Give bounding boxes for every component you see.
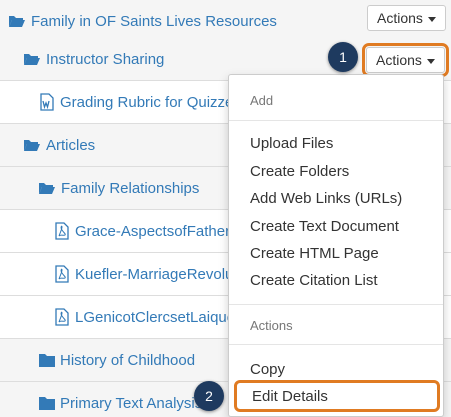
tree-row-label[interactable]: Grading Rubric for Quizzes xyxy=(60,81,228,124)
tree-row-label[interactable]: Grace-AspectsofFatherhood xyxy=(75,210,228,253)
folder-open-icon xyxy=(9,16,25,27)
tree-row-label[interactable]: LGenicotClercsetLaiques xyxy=(75,296,228,339)
step-2-badge: 2 xyxy=(194,381,224,411)
tree-row-label[interactable]: Articles xyxy=(46,124,95,167)
pdf-document-icon xyxy=(55,308,69,326)
menu-item-create-text-document[interactable]: Create Text Document xyxy=(250,218,399,235)
tree-row-label[interactable]: Family Relationships xyxy=(61,167,199,210)
menu-item-edit-details[interactable]: Edit Details xyxy=(234,380,440,412)
tree-row-family-resources[interactable]: Family in OF Saints Lives Resources Acti… xyxy=(0,0,451,43)
menu-item-upload-files[interactable]: Upload Files xyxy=(250,135,333,152)
actions-dropdown-menu: Add Upload Files Create Folders Add Web … xyxy=(228,74,444,417)
word-document-icon xyxy=(40,93,54,111)
tree-row-label[interactable]: History of Childhood xyxy=(60,339,195,382)
caret-down-icon xyxy=(427,16,436,22)
tree-row-label[interactable]: Kuefler-MarriageRevolution xyxy=(75,253,228,296)
actions-button-label: Actions xyxy=(376,52,422,68)
dropdown-divider xyxy=(229,304,443,305)
caret-down-icon xyxy=(426,58,435,64)
tree-row-label[interactable]: Family in OF Saints Lives Resources xyxy=(31,0,277,43)
tree-row-label[interactable]: Instructor Sharing xyxy=(46,38,164,81)
folder-closed-icon xyxy=(39,354,55,367)
pdf-document-icon xyxy=(55,222,69,240)
menu-item-copy[interactable]: Copy xyxy=(250,361,285,378)
dropdown-divider xyxy=(229,344,443,345)
actions-button[interactable]: Actions xyxy=(367,5,446,31)
folder-open-icon xyxy=(24,140,40,151)
menu-item-add-web-links[interactable]: Add Web Links (URLs) xyxy=(250,190,402,207)
step-1-badge: 1 xyxy=(328,42,358,72)
dropdown-header-actions: Actions xyxy=(250,318,293,333)
folder-open-icon xyxy=(24,54,40,65)
folder-closed-icon xyxy=(39,397,55,410)
pdf-document-icon xyxy=(55,265,69,283)
folder-open-icon xyxy=(39,183,55,194)
menu-item-create-citation-list[interactable]: Create Citation List xyxy=(250,272,378,289)
dropdown-divider xyxy=(229,120,443,121)
dropdown-header-add: Add xyxy=(250,93,274,108)
menu-item-create-html-page[interactable]: Create HTML Page xyxy=(250,245,379,262)
instructor-actions-button[interactable]: Actions xyxy=(362,43,449,77)
menu-item-create-folders[interactable]: Create Folders xyxy=(250,163,349,180)
actions-button-label: Actions xyxy=(377,10,423,26)
